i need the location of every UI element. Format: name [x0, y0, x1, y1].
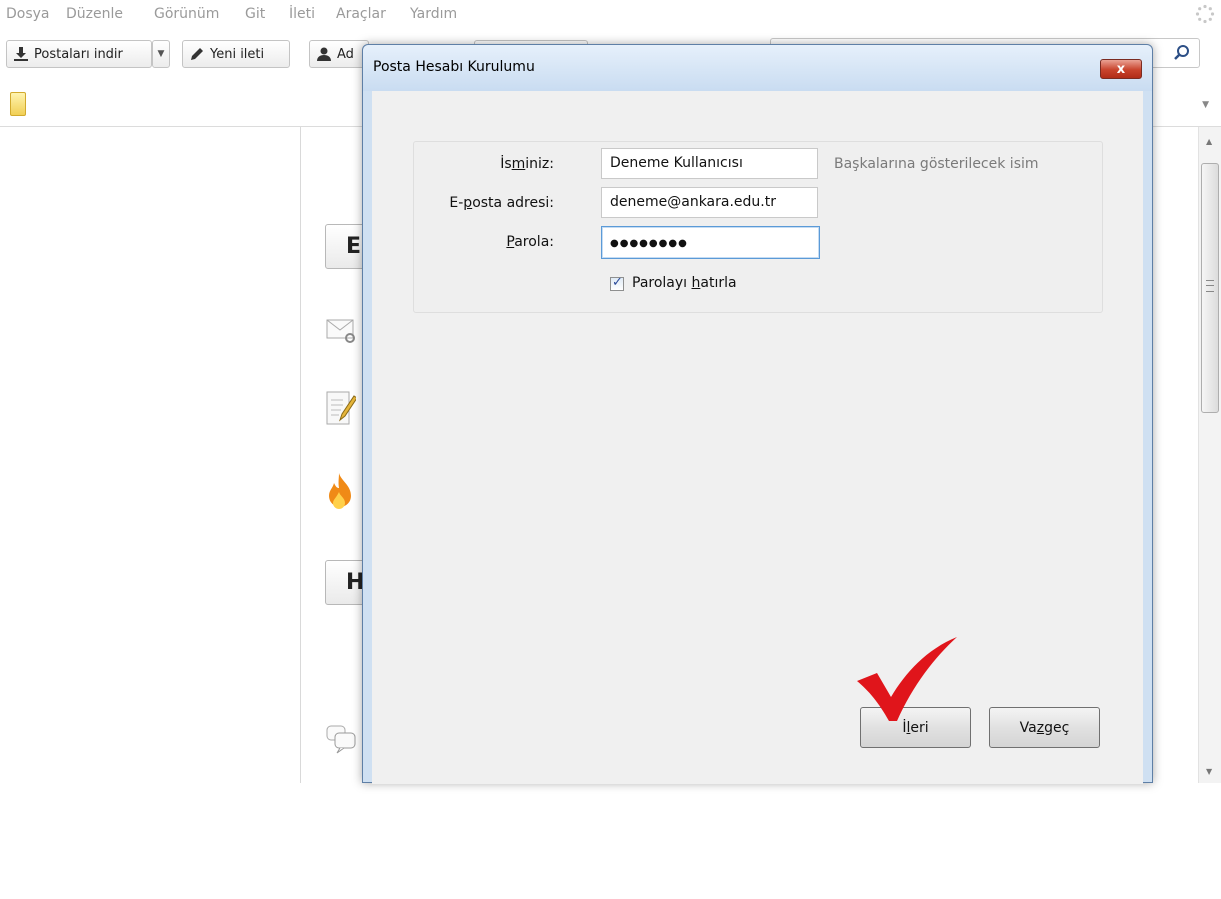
name-field[interactable]: Deneme Kullanıcısı [601, 148, 818, 179]
scrollbar-grip-icon [1206, 280, 1214, 292]
address-book-button[interactable]: Ad [309, 40, 369, 68]
scroll-up-arrow-icon[interactable]: ▲ [1206, 137, 1212, 146]
cancel-button[interactable]: Vazgeç [989, 707, 1100, 748]
compose-note-icon [326, 391, 356, 425]
dialog-titlebar[interactable]: Posta Hesabı Kurulumu x [363, 45, 1152, 91]
name-field-value: Deneme Kullanıcısı [610, 155, 743, 171]
new-message-button[interactable]: Yeni ileti [182, 40, 290, 68]
remember-password-checkbox[interactable]: ✓ [610, 275, 624, 291]
dialog-title: Posta Hesabı Kurulumu [373, 59, 535, 75]
password-label: Parola: [506, 234, 554, 250]
flame-icon [329, 473, 351, 509]
menu-message[interactable]: İleti [289, 6, 315, 22]
name-hint: Başkalarına gösterilecek isim [834, 156, 1039, 172]
scroll-down-arrow-icon[interactable]: ▼ [1206, 767, 1212, 776]
chevron-down-icon: ▼ [157, 49, 165, 59]
activity-throbber-icon [1195, 4, 1215, 24]
address-book-label: Ad [337, 46, 354, 62]
email-label: E-posta adresi: [449, 195, 554, 211]
get-mail-label: Postaları indir [34, 46, 123, 62]
menu-view[interactable]: Görünüm [154, 6, 219, 22]
scrollbar-thumb[interactable] [1201, 163, 1219, 413]
menu-edit[interactable]: Düzenle [66, 6, 123, 22]
email-field-value: deneme@ankara.edu.tr [610, 194, 776, 210]
password-field-mask: ●●●●●●●● [610, 238, 688, 249]
chat-bubbles-icon [326, 725, 356, 754]
download-icon [14, 47, 28, 61]
pencil-icon [191, 48, 203, 60]
email-search-icon [326, 319, 355, 343]
password-field[interactable]: ●●●●●●●● [601, 226, 820, 259]
start-page-email-label: E [346, 234, 362, 259]
folder-pane [0, 127, 301, 783]
chevron-down-icon[interactable]: ▼ [1202, 100, 1209, 110]
close-icon: x [1116, 61, 1126, 77]
menu-file[interactable]: Dosya [6, 6, 50, 22]
new-message-label: Yeni ileti [210, 46, 265, 62]
folder-icon[interactable] [10, 92, 26, 116]
contact-icon [317, 47, 331, 61]
menu-tools[interactable]: Araçlar [336, 6, 386, 22]
checkmark-icon: ✓ [612, 275, 623, 290]
name-label: İsminiz: [500, 156, 554, 172]
account-setup-dialog: Posta Hesabı Kurulumu x İsminiz: Deneme … [362, 44, 1153, 784]
dialog-body: İsminiz: Deneme Kullanıcısı Başkalarına … [372, 91, 1143, 784]
red-checkmark-annotation-icon [857, 637, 957, 721]
email-field[interactable]: deneme@ankara.edu.tr [601, 187, 818, 218]
get-mail-dropdown[interactable]: ▼ [152, 40, 170, 68]
menu-help[interactable]: Yardım [410, 6, 457, 22]
remember-password-label[interactable]: Parolayı hatırla [632, 275, 737, 291]
dialog-close-button[interactable]: x [1100, 59, 1142, 79]
account-details-group: İsminiz: Deneme Kullanıcısı Başkalarına … [413, 141, 1103, 313]
menu-go[interactable]: Git [245, 6, 265, 22]
cancel-button-label: Vazgeç [1019, 719, 1070, 736]
vertical-scrollbar[interactable]: ▲ ▼ [1198, 127, 1221, 783]
menu-bar: Dosya Düzenle Görünüm Git İleti Araçlar … [0, 0, 1221, 34]
get-mail-button[interactable]: Postaları indir [6, 40, 152, 68]
search-icon [1174, 45, 1189, 60]
